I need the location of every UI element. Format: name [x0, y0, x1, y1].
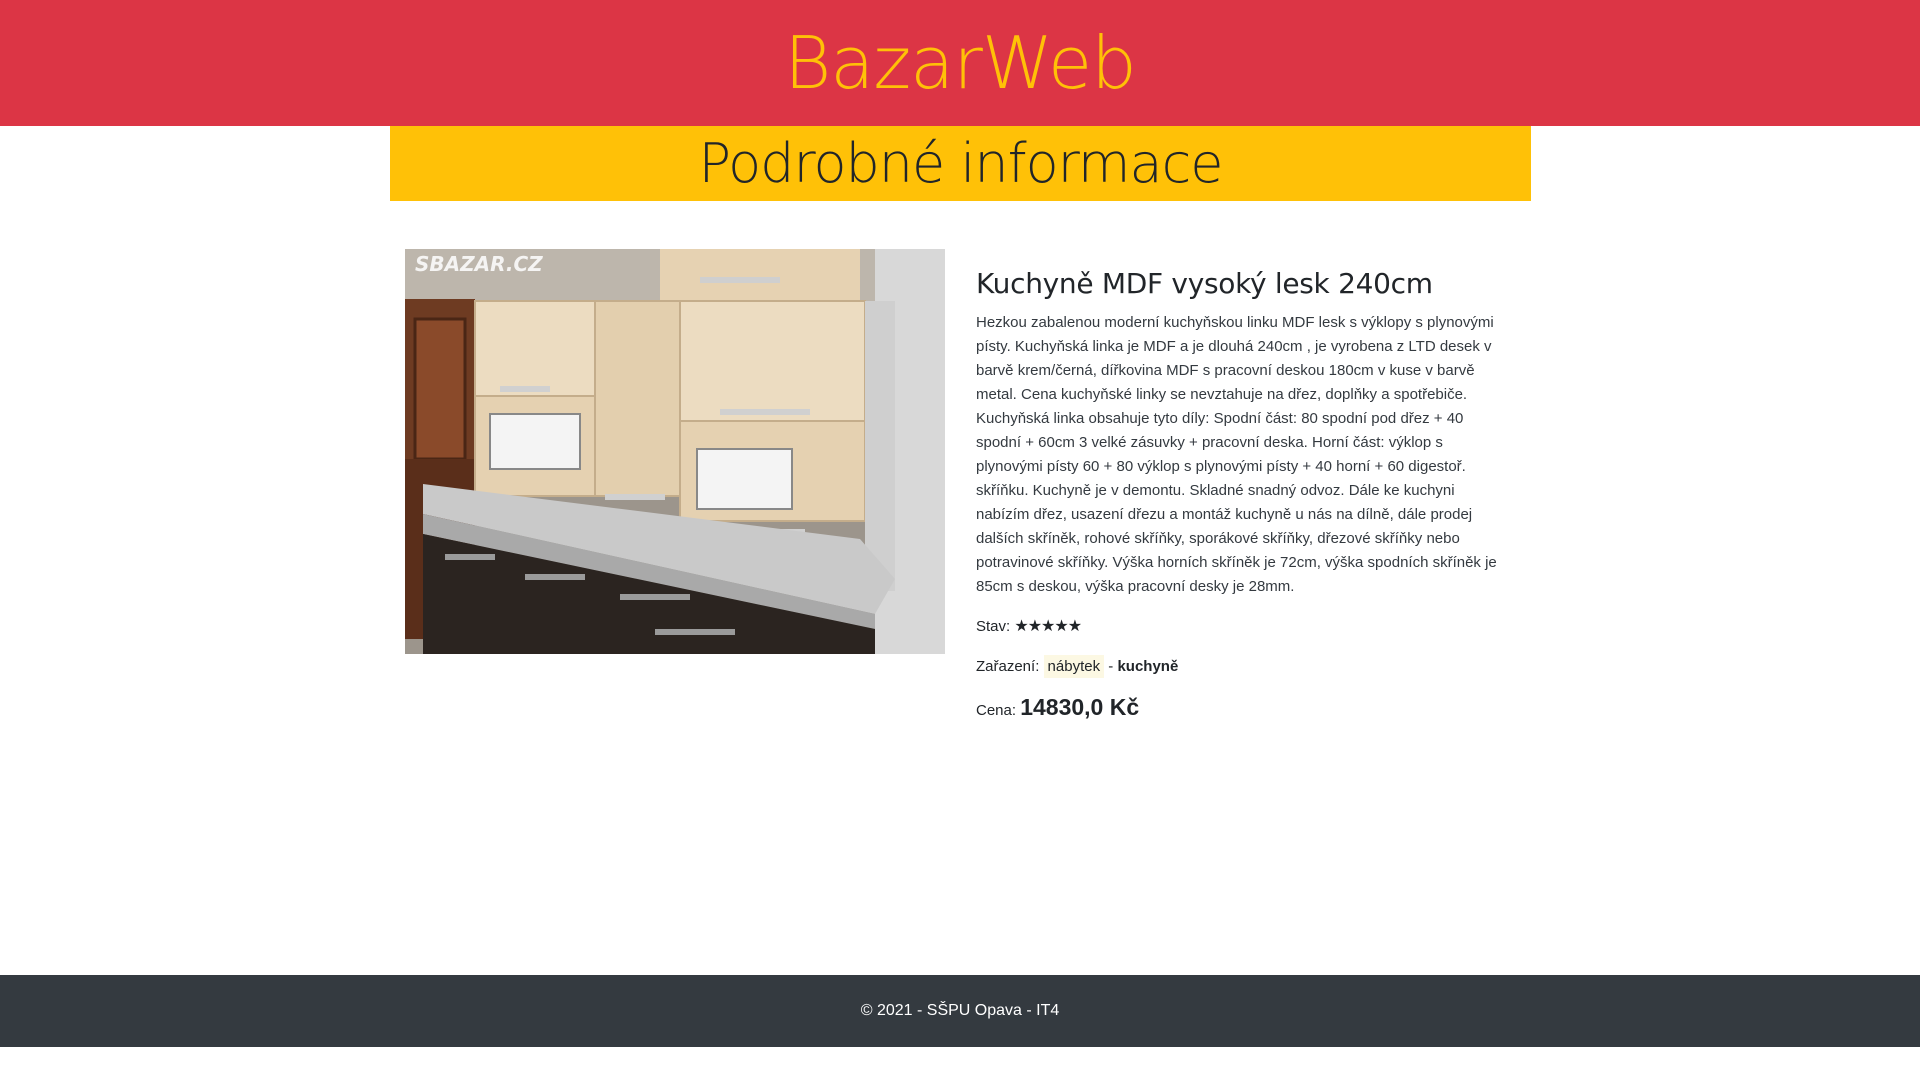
item-info: Kuchyně MDF vysoký lesk 240cm Hezkou zab…: [976, 257, 1506, 739]
condition-stars-icon: ★★★★★: [1014, 617, 1082, 635]
condition-label: Stav:: [976, 617, 1011, 635]
site-brand[interactable]: BazarWeb: [784, 27, 1137, 99]
page-title: Podrobné informace: [698, 131, 1223, 195]
category-label: Zařazení:: [976, 657, 1040, 675]
price-label: Cena:: [976, 701, 1017, 719]
site-header: BazarWeb: [0, 0, 1920, 126]
category-badge[interactable]: nábytek: [1043, 654, 1105, 678]
price-value: 14830,0 Kč: [1020, 693, 1140, 720]
page-heading-bar: Podrobné informace: [390, 126, 1531, 201]
condition-row: Stav: ★★★★★: [976, 615, 1506, 639]
site-footer: © 2021 - SŠPU Opava - IT4: [0, 975, 1920, 1047]
photo-watermark: SBAZAR.CZ: [415, 252, 543, 276]
item-photo: SBAZAR.CZ: [405, 249, 945, 654]
item-detail: SBAZAR.CZ Kuchyně MDF vysoký lesk 240cm …: [0, 201, 1920, 1047]
category-separator: -: [1108, 657, 1114, 675]
price-row: Cena: 14830,0 Kč: [976, 695, 1506, 723]
item-description: Hezkou zabalenou moderní kuchyňskou link…: [976, 313, 1497, 595]
category-row: Zařazení: nábytek - kuchyně: [976, 654, 1506, 679]
footer-text: © 2021 - SŠPU Opava - IT4: [860, 1002, 1060, 1019]
item-title: Kuchyně MDF vysoký lesk 240cm: [976, 267, 1433, 300]
subcategory[interactable]: kuchyně: [1117, 658, 1178, 675]
